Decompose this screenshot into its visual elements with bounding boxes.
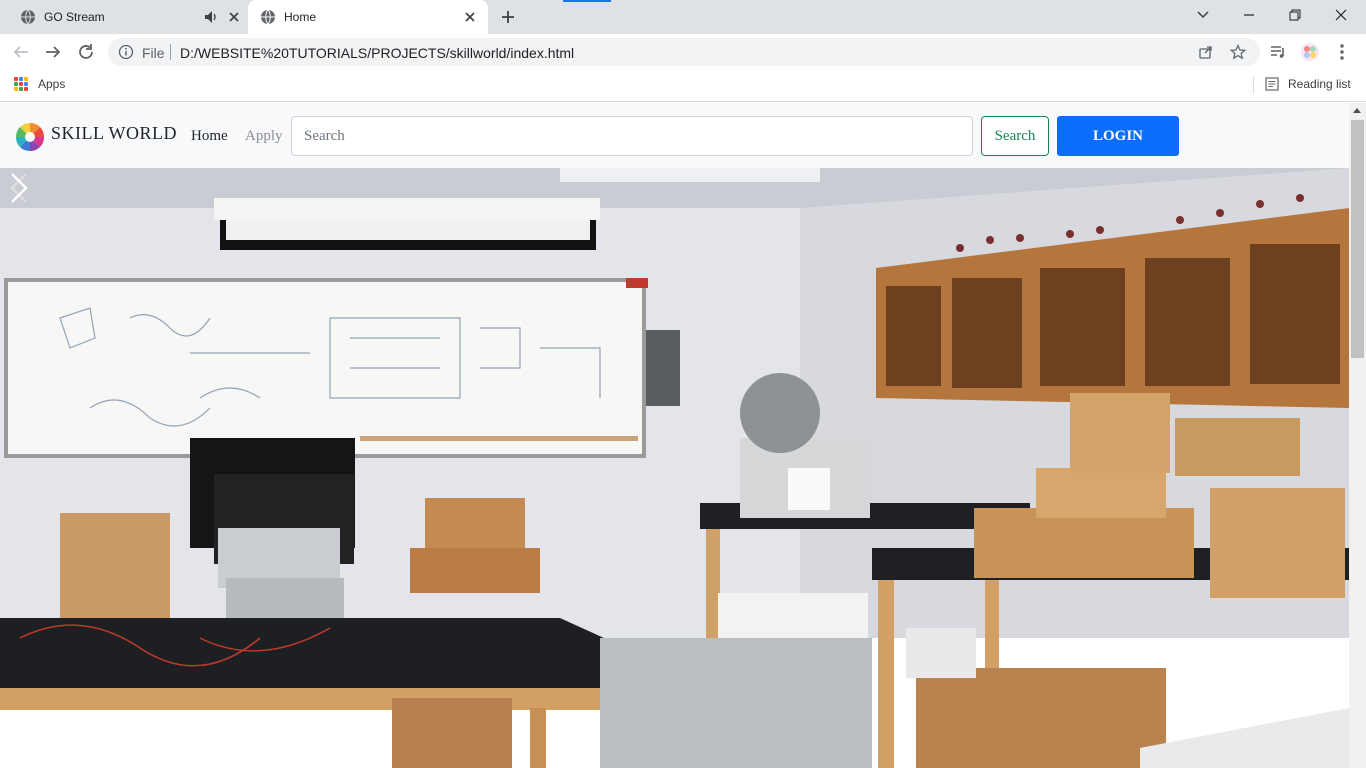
chevron-down-icon: [1197, 11, 1209, 19]
address-bar[interactable]: File D:/WEBSITE%20TUTORIALS/PROJECTS/ski…: [108, 38, 1260, 66]
tab-title: GO Stream: [44, 10, 105, 24]
brand-name[interactable]: SKILL WORLD: [51, 123, 177, 144]
page-viewport: SKILL WORLD Home Apply Search LOGIN: [0, 103, 1349, 768]
back-arrow-icon[interactable]: [10, 41, 32, 63]
hero-lab-image: [0, 168, 1349, 768]
browser-toolbar: File D:/WEBSITE%20TUTORIALS/PROJECTS/ski…: [0, 34, 1366, 70]
close-tab-icon[interactable]: [226, 9, 242, 25]
tab-title: Home: [284, 10, 317, 24]
menu-kebab-icon[interactable]: [1332, 42, 1352, 62]
reload-icon[interactable]: [75, 41, 97, 63]
scrollbar-thumb[interactable]: [1351, 120, 1364, 358]
globe-icon: [21, 9, 35, 25]
share-icon[interactable]: [1198, 44, 1214, 60]
carousel-next-icon[interactable]: [0, 168, 40, 208]
page-scrollbar[interactable]: [1349, 103, 1366, 768]
restore-icon: [1289, 9, 1301, 21]
speaker-icon[interactable]: [204, 9, 218, 25]
info-icon[interactable]: [118, 44, 134, 60]
login-button[interactable]: LOGIN: [1057, 116, 1179, 156]
apps-grid-icon[interactable]: [14, 77, 28, 91]
tab-go-stream[interactable]: GO Stream: [8, 0, 248, 34]
forward-arrow-icon[interactable]: [42, 41, 64, 63]
bookmarks-bar: Apps Reading list: [0, 70, 1366, 102]
tab-strip: GO Stream Home: [0, 0, 1366, 34]
reading-list-icon[interactable]: [1265, 77, 1279, 91]
bookmarks-divider: [1253, 76, 1254, 94]
nav-link-apply[interactable]: Apply: [245, 128, 283, 145]
apps-bookmark[interactable]: Apps: [38, 77, 65, 91]
site-navbar: SKILL WORLD Home Apply Search LOGIN: [0, 103, 1349, 168]
globe-icon: [261, 9, 275, 25]
url-text[interactable]: D:/WEBSITE%20TUTORIALS/PROJECTS/skillwor…: [180, 45, 574, 61]
minimize-button[interactable]: [1226, 0, 1272, 30]
brand-logo-icon[interactable]: [14, 121, 46, 153]
scroll-up-arrow-icon[interactable]: [1353, 108, 1361, 113]
tab-search-indicator: [563, 0, 611, 2]
minimize-icon: [1244, 14, 1254, 16]
search-input[interactable]: [291, 116, 973, 156]
close-tab-icon[interactable]: [462, 9, 478, 25]
close-window-button[interactable]: [1318, 0, 1364, 30]
tab-search-button[interactable]: [1180, 0, 1226, 30]
new-tab-plus-icon[interactable]: [498, 7, 518, 27]
omnibox-divider: [170, 44, 171, 60]
tab-home[interactable]: Home: [248, 0, 488, 34]
profile-avatar-icon[interactable]: [1300, 42, 1320, 62]
media-queue-icon[interactable]: [1268, 42, 1288, 62]
search-button[interactable]: Search: [981, 116, 1049, 156]
star-bookmark-icon[interactable]: [1230, 44, 1246, 60]
close-icon: [1335, 9, 1347, 21]
scheme-label: File: [142, 45, 165, 61]
reading-list-button[interactable]: Reading list: [1288, 77, 1351, 91]
nav-link-home[interactable]: Home: [191, 128, 228, 145]
hero-carousel: [0, 168, 1349, 768]
restore-button[interactable]: [1272, 0, 1318, 30]
